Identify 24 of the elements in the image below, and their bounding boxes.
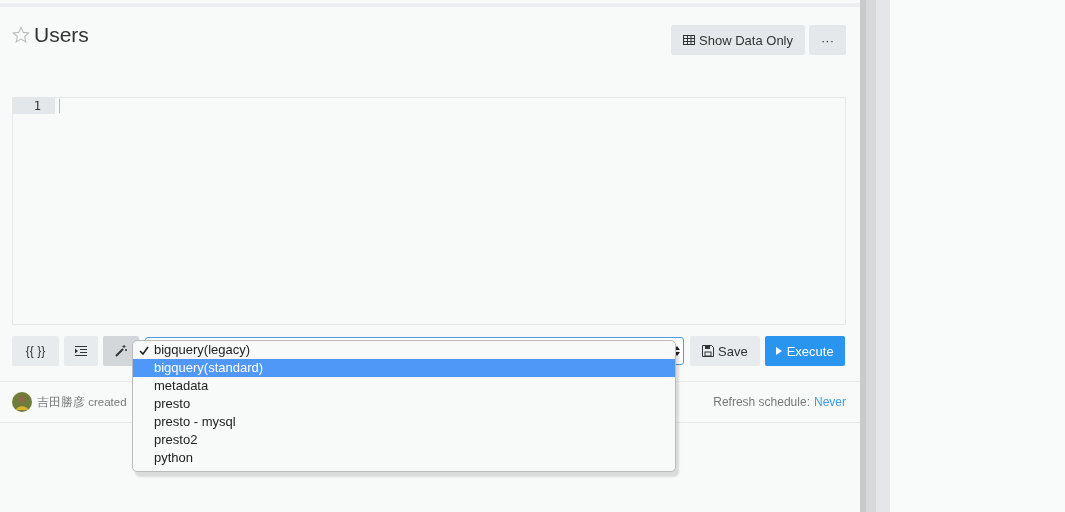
save-button[interactable]: Save [690,336,760,366]
more-button[interactable]: ··· [809,25,846,55]
code-editor[interactable]: 1 [12,97,846,325]
play-icon [775,347,782,355]
template-button[interactable]: {{ }} [12,336,59,366]
star-icon[interactable] [12,26,30,44]
menu-option[interactable]: presto2 [133,431,675,449]
avatar [12,392,32,412]
indent-button[interactable] [64,336,98,366]
indent-icon [75,346,87,356]
menu-option[interactable]: presto - mysql [133,413,675,431]
menu-option[interactable]: bigquery(legacy) [133,341,675,359]
table-icon [683,35,696,45]
line-number: 1 [13,98,55,114]
select-arrows-icon [674,345,680,357]
page-title: Users [34,23,89,47]
menu-option[interactable]: presto [133,395,675,413]
check-icon [138,345,149,355]
magic-wand-icon [115,345,127,357]
refresh-label: Refresh schedule: [713,395,810,409]
show-data-only-button[interactable]: Show Data Only [671,25,805,55]
author-text: 吉田勝彦 created [37,394,127,410]
menu-option[interactable]: metadata [133,377,675,395]
menu-option[interactable]: python [133,449,675,467]
